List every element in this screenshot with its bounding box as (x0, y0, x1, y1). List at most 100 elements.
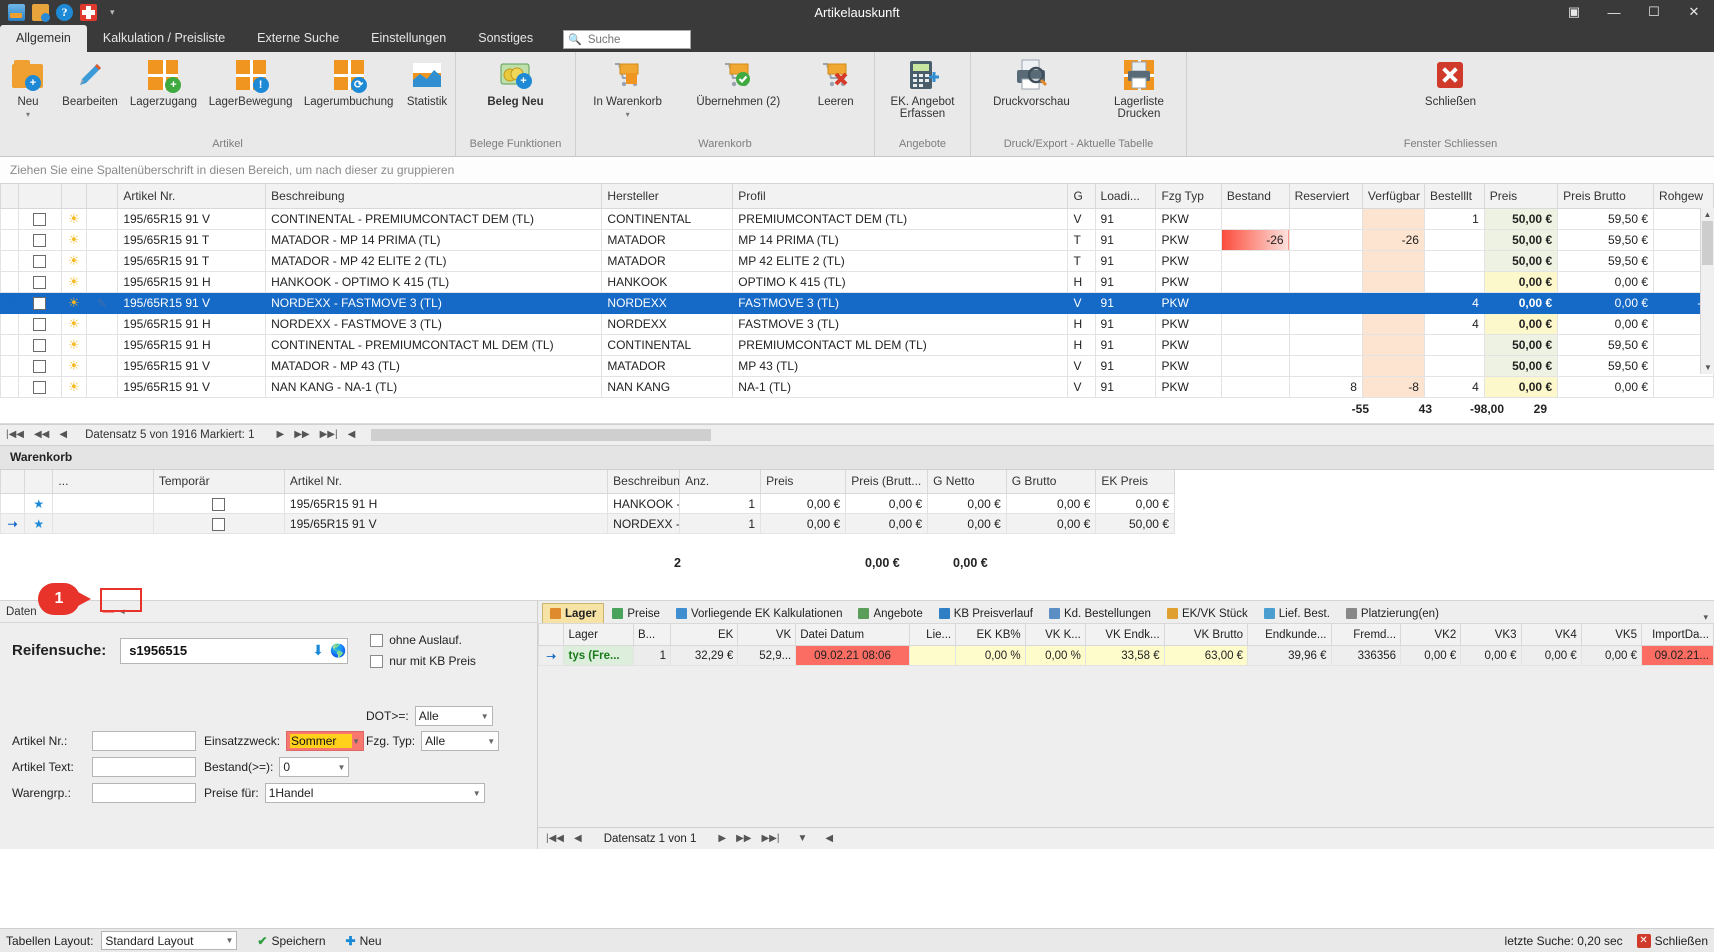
chevron-down-icon[interactable]: ▼ (225, 936, 233, 945)
detail-col-b[interactable]: B... (632, 623, 672, 646)
col-bestand[interactable]: Bestand (1220, 184, 1290, 209)
tab-kd-bestellungen[interactable]: Kd. Bestellungen (1041, 603, 1159, 623)
tab-lager[interactable]: Lager (542, 603, 605, 623)
ribbon-button-lagerumbuchung[interactable]: ⟳ Lagerumbuchung (298, 58, 399, 108)
row-checkbox[interactable] (18, 333, 62, 356)
col-g[interactable]: G (1067, 184, 1096, 209)
maximize-button[interactable]: ☐ (1634, 0, 1674, 24)
speichern-button[interactable]: ✔ Speichern (257, 934, 325, 948)
checkbox-nur-mit-kb-preis[interactable]: nur mit KB Preis (370, 654, 476, 668)
row-checkbox[interactable] (18, 228, 62, 251)
wk-col-ek-preis[interactable]: EK Preis (1095, 469, 1175, 494)
tab-sonstiges[interactable]: Sonstiges (462, 25, 549, 52)
ribbon-button-druckvorschau[interactable]: Druckvorschau (986, 58, 1077, 108)
col-fzg-typ[interactable]: Fzg Typ (1155, 184, 1222, 209)
tab-allgemein[interactable]: Allgemein (0, 25, 87, 52)
nur-mit-kb-preis-checkbox[interactable] (370, 654, 384, 668)
ribbon-button-leeren[interactable]: Leeren (808, 58, 864, 108)
ribbon-search-box[interactable]: 🔍 (563, 30, 692, 49)
tab-vorliegende-ek-kalkulationen[interactable]: Vorliegende EK Kalkulationen (668, 603, 851, 623)
wk-col-dots[interactable]: ... (52, 469, 154, 494)
table-row[interactable]: ☀ 195/65R15 91 H NORDEXX - FASTMOVE 3 (TL)… (0, 312, 1714, 335)
detail-col-lie[interactable]: Lie... (908, 623, 957, 646)
article-grid-horizontal-scrollbar[interactable] (371, 428, 712, 441)
wk-col-star[interactable] (24, 469, 54, 494)
row-edit-icon[interactable] (85, 270, 119, 293)
ribbon-button-lagerbewegung[interactable]: ! LagerBewegung (203, 58, 298, 108)
article-table-body[interactable]: ☀ 195/65R15 91 V CONTINENTAL - PREMIUMCONT… (0, 207, 1714, 398)
wk-col-preis-brutto[interactable]: Preis (Brutt... (845, 469, 929, 494)
wk-cell-temporaer[interactable] (152, 493, 285, 514)
detail-nav-next-icon[interactable]: ▶ (716, 833, 728, 844)
list-item[interactable]: ➝★ 195/65R15 91 VNORDEXX - FASTMOVE 3 (TL… (0, 513, 1175, 534)
detail-table-row[interactable]: ➝ tys (Fre... 1 32,29 €52,9... 09.02.21 08:0… (537, 645, 1714, 666)
row-edit-icon[interactable] (85, 375, 119, 398)
tab-preise[interactable]: Preise (604, 603, 668, 623)
quick-access-toolbar[interactable]: ? ▾ (0, 3, 115, 22)
einsatzzweck-combo[interactable]: Sommer ▼ (286, 731, 365, 751)
col-loadindex[interactable]: Loadi... (1094, 184, 1157, 209)
wk-col-artikel-nr[interactable]: Artikel Nr. (283, 469, 609, 494)
help-icon[interactable]: ? (56, 3, 73, 21)
col-bestellt[interactable]: Bestelllt (1423, 184, 1485, 209)
col-season[interactable] (60, 184, 87, 209)
ribbon-button-lagerliste-drucken[interactable]: Lagerliste Drucken (1107, 58, 1171, 120)
wk-col-preis[interactable]: Preis (760, 469, 847, 494)
chevron-down-icon[interactable]: ▼ (487, 737, 495, 746)
wk-star-icon[interactable]: ★ (24, 493, 54, 514)
row-checkbox[interactable] (18, 375, 62, 398)
close-button[interactable]: ✕ (1674, 0, 1714, 24)
tab-kalkulation-preisliste[interactable]: Kalkulation / Preisliste (87, 25, 241, 52)
col-reserviert[interactable]: Reserviert (1288, 184, 1363, 209)
artikel-nr-input[interactable] (92, 731, 196, 751)
col-verfuegbar[interactable]: Verfügbar (1361, 184, 1425, 209)
wk-col-g-netto[interactable]: G Netto (927, 469, 1007, 494)
detail-col-vk4[interactable]: VK4 (1520, 623, 1582, 646)
new-folder-icon[interactable] (32, 3, 50, 22)
reifensuche-input[interactable] (127, 642, 307, 659)
detail-col-ek-kb[interactable]: EK KB% (955, 623, 1026, 646)
nav-first-icon[interactable]: |◀◀ (4, 429, 26, 440)
checkbox-ohne-auslauf[interactable]: ohne Auslauf. (370, 633, 476, 647)
article-grid-vertical-scrollbar[interactable]: ▲ ▼ (1700, 208, 1714, 374)
fzg-typ-combo[interactable]: Alle ▼ (421, 731, 500, 751)
chevron-down-icon[interactable]: ▾ (626, 110, 630, 119)
scroll-up-icon[interactable]: ▲ (1701, 208, 1714, 221)
row-checkbox[interactable] (18, 312, 62, 335)
detail-table-body[interactable]: ➝ tys (Fre... 1 32,29 €52,9... 09.02.21 08:0… (537, 645, 1714, 666)
row-edit-icon[interactable] (85, 333, 119, 356)
detail-nav-prev-icon[interactable]: ◀ (572, 833, 584, 844)
quick-access-caret-icon[interactable]: ▾ (110, 7, 115, 18)
detail-col-indicator[interactable] (537, 623, 565, 646)
save-icon[interactable] (8, 3, 25, 21)
nav-prev-page-icon[interactable]: ◀◀ (32, 429, 51, 440)
row-edit-icon[interactable] (85, 207, 119, 230)
tab-platzierung-en[interactable]: Platzierung(en) (1338, 603, 1447, 623)
nav-prev-icon[interactable]: ◀ (57, 429, 69, 440)
row-edit-icon[interactable] (85, 354, 119, 377)
tab-lief-best[interactable]: Lief. Best. (1256, 603, 1338, 623)
col-artikel-nr[interactable]: Artikel Nr. (117, 184, 267, 209)
detail-filter-icon[interactable]: ▼ (795, 833, 809, 844)
article-grid-navigator[interactable]: |◀◀ ◀◀ ◀ Datensatz 5 von 1916 Markiert: … (0, 423, 1714, 446)
ribbon-button-in-warenkorb[interactable]: In Warenkorb ▾ (586, 58, 669, 119)
table-row[interactable]: ☀ 195/65R15 91 V CONTINENTAL - PREMIUMCONT… (0, 207, 1714, 230)
wk-star-icon[interactable]: ★ (24, 513, 54, 534)
detail-nav-last-icon[interactable]: ▶▶| (759, 833, 781, 844)
nav-next-page-icon[interactable]: ▶▶ (292, 429, 311, 440)
table-row[interactable]: ➝ ☀ ✎ 195/65R15 91 V NORDEXX - FASTMOVE 3 (T… (0, 291, 1714, 314)
ribbon-button-statistik[interactable]: Statistik (399, 58, 455, 108)
window-controls[interactable]: ▣ — ☐ ✕ (1554, 0, 1714, 24)
globe-icon[interactable]: 🌎 (330, 643, 346, 659)
detail-table[interactable]: Lager B... EK VK Datei Datum Lie... EK KB% VK K… (537, 623, 1714, 666)
warengrp-input[interactable] (92, 783, 196, 803)
artikel-text-input[interactable] (92, 757, 196, 777)
table-row[interactable]: ☀ 195/65R15 91 H CONTINENTAL - PREMIUMCONT… (0, 333, 1714, 356)
wk-col-temporaer[interactable]: Temporär (152, 469, 285, 494)
detail-col-fremd[interactable]: Fremd... (1330, 623, 1402, 646)
detail-col-vk5[interactable]: VK5 (1580, 623, 1643, 646)
detail-col-importda[interactable]: ImportDa... (1641, 623, 1714, 646)
col-rohgew[interactable]: Rohgew (1653, 184, 1714, 209)
tab-kb-preisverlauf[interactable]: KB Preisverlauf (931, 603, 1041, 623)
article-grid[interactable]: Artikel Nr. Beschreibung Hersteller Prof… (0, 184, 1714, 398)
